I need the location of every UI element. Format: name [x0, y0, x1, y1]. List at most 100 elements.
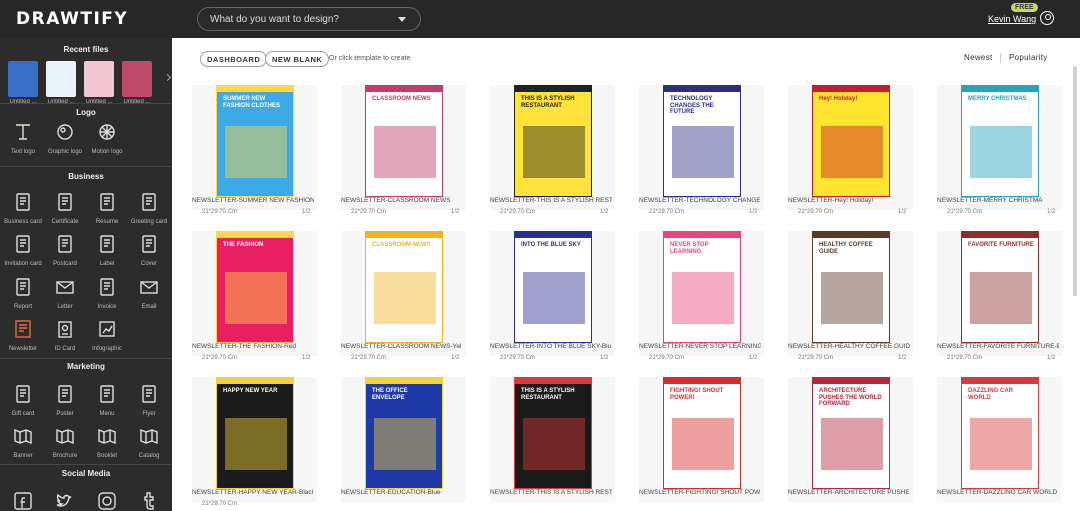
template-thumbnail[interactable]: DAZZLING CAR WORLD	[961, 377, 1039, 489]
sidebar-item-id-card[interactable]: ID Card	[44, 318, 86, 352]
sidebar-item-email[interactable]: Email	[128, 276, 170, 310]
template-title: NEWSLETTER-CLASSROOM NEWS-Yel	[341, 343, 462, 350]
template-card[interactable]: THIS IS A STYLISH RESTAURANT NEWSLETTER-T…	[490, 377, 615, 502]
template-thumbnail[interactable]: HAPPY NEW YEAR	[216, 377, 294, 489]
template-card[interactable]: THE FASHION NEWSLETTER-THE FASHION-Red 21*…	[192, 231, 317, 361]
thumbnail-image-block	[523, 418, 585, 470]
thumbnail-accent-band	[664, 232, 740, 238]
template-pages: 1/2	[451, 355, 460, 361]
template-card[interactable]: CLASSROOM NEWS NEWSLETTER-CLASSROOM NEWS 2…	[341, 85, 466, 215]
sidebar-item-business-card[interactable]: Business card	[2, 191, 44, 225]
chevron-down-icon	[398, 17, 406, 22]
template-thumbnail[interactable]: CLASSROOM NEWS	[365, 231, 443, 343]
user-name-link[interactable]: Kevin Wang	[988, 14, 1036, 24]
template-thumbnail[interactable]: THIS IS A STYLISH RESTAURANT	[514, 85, 592, 197]
template-card[interactable]: FAVORITE FURNITURE NEWSLETTER-FAVORITE FU…	[937, 231, 1062, 361]
template-thumbnail[interactable]: NEVER STOP LEARNING	[663, 231, 741, 343]
sidebar-item-postcard[interactable]: Postcard	[44, 233, 86, 267]
dashboard-button[interactable]: DASHBOARD	[200, 51, 268, 67]
recent-file-thumbnail[interactable]	[8, 61, 38, 97]
sidebar-item-cover[interactable]: Cover	[128, 233, 170, 267]
template-card[interactable]: TECHNOLOGY CHANGES THE FUTURE NEWSLETTER-…	[639, 85, 764, 215]
tumblr-icon	[138, 490, 160, 511]
template-thumbnail[interactable]: FIGHTING! SHOUT POWER!	[663, 377, 741, 489]
sidebar-item-certificate[interactable]: Certificate	[44, 191, 86, 225]
template-card[interactable]: Hey! Holiday! NEWSLETTER-Hey! Holiday! 21*…	[788, 85, 913, 215]
sort-newest[interactable]: Newest	[964, 53, 992, 62]
app-logo[interactable]: DRAWTIFY	[16, 9, 128, 29]
template-thumbnail[interactable]: FAVORITE FURNITURE	[961, 231, 1039, 343]
thumbnail-headline: THIS IS A STYLISH RESTAURANT	[521, 388, 575, 401]
sidebar-item-resume[interactable]: Resume	[86, 191, 128, 225]
sidebar-item-menu[interactable]: Menu	[86, 383, 128, 417]
template-card[interactable]: SUMMER NEW FASHION CLOTHES NEWSLETTER-SUM…	[192, 85, 317, 215]
sidebar-item-newsletter[interactable]: Newsletter	[2, 318, 44, 352]
sidebar-item-motion-logo[interactable]: Motion logo	[86, 121, 128, 155]
template-card[interactable]: THE OFFICE ENVELOPE NEWSLETTER-EDUCATION-…	[341, 377, 466, 502]
template-pages: 1/2	[749, 209, 758, 215]
sidebar-item-invitation-card[interactable]: Invitation card	[2, 233, 44, 267]
template-card[interactable]: FIGHTING! SHOUT POWER! NEWSLETTER-FIGHTIN…	[639, 377, 764, 502]
sidebar-item-graphic-logo[interactable]: Graphic logo	[44, 121, 86, 155]
thumbnail-accent-band	[366, 232, 442, 238]
sidebar-item-brochure[interactable]: Brochure	[44, 425, 86, 459]
sidebar-item-banner[interactable]: Banner	[2, 425, 44, 459]
sidebar-item-letter[interactable]: Letter	[44, 276, 86, 310]
sidebar-item-instagram[interactable]	[86, 490, 128, 511]
recent-file-thumbnail[interactable]	[84, 61, 114, 97]
sidebar-item-tumblr[interactable]	[128, 490, 170, 511]
new-blank-button[interactable]: NEW BLANK	[265, 51, 330, 67]
template-thumbnail[interactable]: THE FASHION	[216, 231, 294, 343]
template-thumbnail[interactable]: HEALTHY COFFEE GUIDE	[812, 231, 890, 343]
sidebar-item-flyer[interactable]: Flyer	[128, 383, 170, 417]
template-thumbnail[interactable]: INTO THE BLUE SKY	[514, 231, 592, 343]
template-thumbnail[interactable]: CLASSROOM NEWS	[365, 85, 443, 197]
chevron-right-icon[interactable]	[163, 73, 172, 82]
template-card[interactable]: NEVER STOP LEARNING NEWSLETTER-NEVER STOP…	[639, 231, 764, 361]
template-thumbnail[interactable]: THE OFFICE ENVELOPE	[365, 377, 443, 489]
template-card[interactable]: MERRY CHRISTMAS NEWSLETTER-MERRY CHRISTMA…	[937, 85, 1062, 215]
sidebar-item-twitter[interactable]	[44, 490, 86, 511]
sidebar-item-poster[interactable]: Poster	[44, 383, 86, 417]
template-card[interactable]: DAZZLING CAR WORLD NEWSLETTER-DAZZLING CA…	[937, 377, 1062, 502]
template-card[interactable]: HEALTHY COFFEE GUIDE NEWSLETTER-HEALTHY C…	[788, 231, 913, 361]
template-thumbnail[interactable]: THIS IS A STYLISH RESTAURANT	[514, 377, 592, 489]
thumbnail-accent-band	[515, 378, 591, 384]
recent-file-thumbnail[interactable]	[122, 61, 152, 97]
sidebar-item-text-logo[interactable]: Text logo	[2, 121, 44, 155]
scrollbar[interactable]	[1073, 66, 1077, 296]
template-size: 21*29.70 Cm	[500, 355, 536, 361]
template-card[interactable]: THIS IS A STYLISH RESTAURANT NEWSLETTER-T…	[490, 85, 615, 215]
thumbnail-image-block	[374, 272, 436, 324]
template-thumbnail[interactable]: SUMMER NEW FASHION CLOTHES	[216, 85, 294, 197]
sidebar-item-label: Email	[141, 304, 157, 310]
sidebar-item-report[interactable]: Report	[2, 276, 44, 310]
template-card[interactable]: INTO THE BLUE SKY NEWSLETTER-INTO THE BLU…	[490, 231, 615, 361]
template-card[interactable]: CLASSROOM NEWS NEWSLETTER-CLASSROOM NEWS-…	[341, 231, 466, 361]
sidebar-item-infographic[interactable]: Infographic	[86, 318, 128, 352]
thumbnail-accent-band	[515, 232, 591, 238]
template-thumbnail[interactable]: Hey! Holiday!	[812, 85, 890, 197]
sidebar-item-invoice[interactable]: Invoice	[86, 276, 128, 310]
sidebar-item-catalog[interactable]: Catalog	[128, 425, 170, 459]
sidebar-item-gift-card[interactable]: Gift card	[2, 383, 44, 417]
design-search-dropdown[interactable]: What do you want to design?	[197, 7, 421, 31]
template-thumbnail[interactable]: TECHNOLOGY CHANGES THE FUTURE	[663, 85, 741, 197]
user-account-icon[interactable]	[1040, 11, 1054, 25]
recent-file-thumbnail[interactable]	[46, 61, 76, 97]
template-thumbnail[interactable]: ARCHITECTURE PUSHES THE WORLD FORWARD	[812, 377, 890, 489]
section-divider	[0, 166, 172, 167]
sidebar-item-label[interactable]: Label	[86, 233, 128, 267]
main-content: DASHBOARD NEW BLANK Or click template to…	[172, 38, 1080, 511]
sort-popularity[interactable]: Popularity	[1009, 53, 1048, 62]
sidebar-item-facebook[interactable]	[2, 490, 44, 511]
sidebar-item-label: Text logo	[10, 149, 35, 155]
sidebar-item-label: Label	[99, 261, 115, 267]
template-thumbnail[interactable]: MERRY CHRISTMAS	[961, 85, 1039, 197]
recent-file-label: Untitled ...	[85, 99, 113, 105]
sidebar-item-greeting-card[interactable]: Greeting card	[128, 191, 170, 225]
thumbnail-headline: DAZZLING CAR WORLD	[968, 388, 1013, 401]
sidebar-item-booklet[interactable]: Booklet	[86, 425, 128, 459]
template-card[interactable]: ARCHITECTURE PUSHES THE WORLD FORWARD NEW…	[788, 377, 913, 502]
template-card[interactable]: HAPPY NEW YEAR NEWSLETTER-HAPPY NEW YEAR-…	[192, 377, 317, 507]
